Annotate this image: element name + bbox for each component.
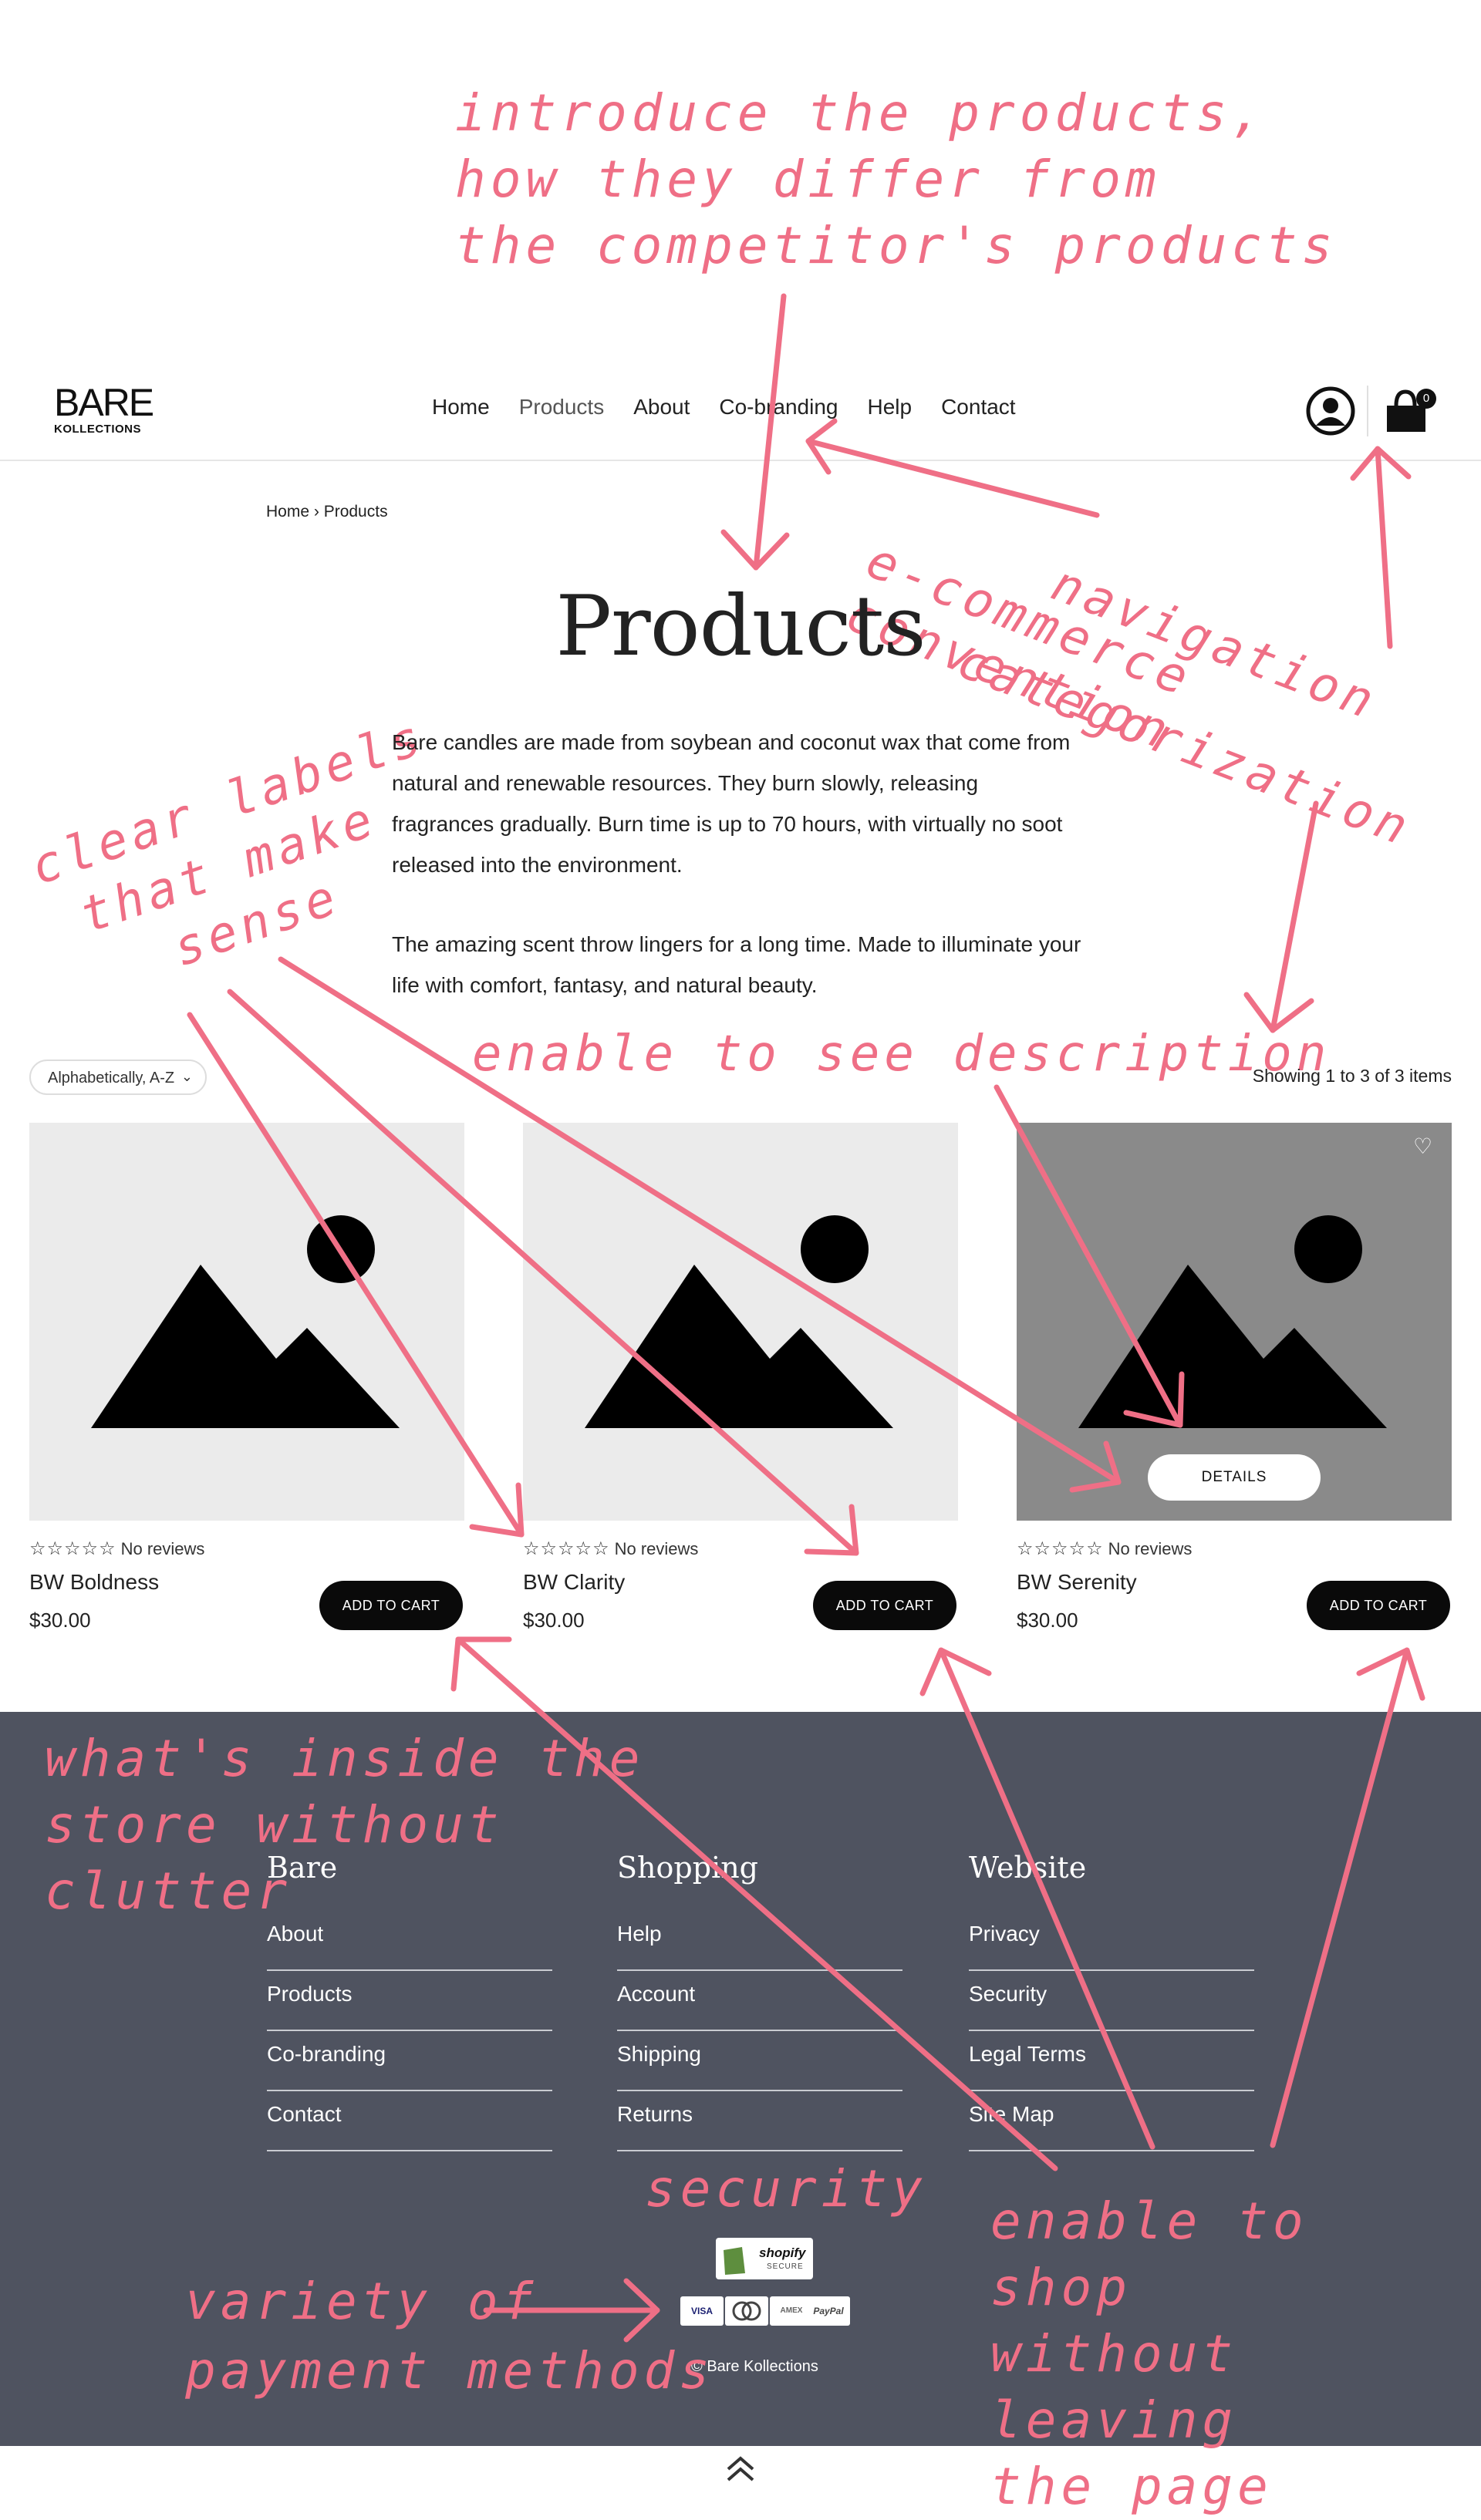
- product-image[interactable]: [523, 1123, 958, 1521]
- annotation-line: the competitor's products: [455, 216, 1338, 275]
- annotation-line: store without: [45, 1795, 504, 1855]
- footer-link[interactable]: Account: [617, 1971, 902, 2031]
- nav-help[interactable]: Help: [867, 395, 912, 419]
- cart-count-badge: 0: [1416, 389, 1436, 409]
- add-to-cart-button[interactable]: ADD TO CART: [319, 1581, 463, 1630]
- annotation-intro: introduce the products, how they differ …: [455, 80, 1337, 279]
- annotation-security: security: [645, 2159, 927, 2218]
- rating-stars: ☆☆☆☆☆ No reviews: [29, 1538, 205, 1559]
- product-price: $30.00: [523, 1609, 585, 1632]
- header-divider: [1367, 386, 1368, 436]
- description-paragraph-2: The amazing scent throw lingers for a lo…: [392, 932, 1081, 997]
- sort-value: Alphabetically, A-Z: [48, 1070, 175, 1086]
- shopify-label: shopify: [759, 2245, 806, 2260]
- add-to-cart-button[interactable]: ADD TO CART: [1307, 1581, 1450, 1630]
- reviews-label: No reviews: [1108, 1539, 1193, 1558]
- product-image[interactable]: [29, 1123, 464, 1521]
- nav-products[interactable]: Products: [519, 395, 605, 419]
- shopify-secure-badge: shopify SECURE: [716, 2238, 813, 2279]
- results-count: Showing 1 to 3 of 3 items: [1252, 1066, 1452, 1086]
- annotation-line: how they differ from: [455, 150, 1161, 209]
- footer-link[interactable]: Privacy: [969, 1911, 1254, 1971]
- footer-heading: Website: [969, 1851, 1087, 1885]
- mastercard-icon: [725, 2296, 768, 2326]
- logo[interactable]: BARE KOLLECTIONS: [54, 381, 154, 444]
- account-icon[interactable]: [1305, 386, 1356, 436]
- details-button[interactable]: DETAILS: [1148, 1454, 1321, 1501]
- annotation-line: introduce the products,: [455, 83, 1267, 143]
- nav-co-branding[interactable]: Co-branding: [719, 395, 838, 419]
- annotation-line: what's inside the: [45, 1729, 645, 1788]
- footer-link[interactable]: Site Map: [969, 2091, 1254, 2151]
- footer-link[interactable]: Returns: [617, 2091, 902, 2151]
- reviews-label: No reviews: [614, 1539, 699, 1558]
- rating-stars: ☆☆☆☆☆ No reviews: [1017, 1538, 1193, 1559]
- reviews-label: No reviews: [120, 1539, 205, 1558]
- footer-link[interactable]: Contact: [267, 2091, 552, 2151]
- chevron-down-icon: ⌄: [180, 1069, 193, 1084]
- footer-link[interactable]: Products: [267, 1971, 552, 2031]
- breadcrumb-separator: ›: [309, 503, 324, 521]
- annotation-line: enable to shop: [990, 2192, 1308, 2317]
- product-price: $30.00: [29, 1609, 91, 1632]
- footer-column-website: Website Privacy Security Legal Terms Sit…: [969, 1851, 1254, 2151]
- rating-stars: ☆☆☆☆☆ No reviews: [523, 1538, 699, 1559]
- footer-column-shopping: Shopping Help Account Shipping Returns: [617, 1851, 902, 2151]
- back-to-top-icon[interactable]: [724, 2452, 757, 2486]
- annotation-shop: enable to shop without leaving the page: [990, 2188, 1481, 2520]
- annotation-line: variety of: [185, 2272, 538, 2331]
- breadcrumb: Home › Products: [266, 503, 388, 521]
- product-name[interactable]: BW Clarity: [523, 1570, 625, 1595]
- nav-contact[interactable]: Contact: [941, 395, 1016, 419]
- footer-link[interactable]: Help: [617, 1911, 902, 1971]
- image-placeholder-icon: [91, 1215, 400, 1428]
- annotation-line: clutter: [45, 1861, 292, 1921]
- paypal-icon: PayPal: [807, 2296, 850, 2326]
- footer-link[interactable]: Shipping: [617, 2031, 902, 2091]
- product-name[interactable]: BW Serenity: [1017, 1570, 1137, 1595]
- breadcrumb-home[interactable]: Home: [266, 503, 309, 521]
- image-placeholder-icon: [585, 1215, 893, 1428]
- sort-select[interactable]: Alphabetically, A-Z ⌄: [29, 1060, 207, 1095]
- footer-heading: Shopping: [617, 1851, 758, 1885]
- description-paragraph-1: Bare candles are made from soybean and c…: [392, 730, 1071, 877]
- product-price: $30.00: [1017, 1609, 1078, 1632]
- copyright-label: Bare Kollections: [707, 2358, 818, 2375]
- main-nav: Home Products About Co-branding Help Con…: [432, 395, 1045, 419]
- footer-link[interactable]: Co-branding: [267, 2031, 552, 2091]
- annotation-line: without leaving: [990, 2324, 1238, 2450]
- wishlist-heart-icon[interactable]: ♡: [1413, 1134, 1432, 1159]
- footer-link[interactable]: Security: [969, 1971, 1254, 2031]
- annotation-line: the page: [990, 2457, 1273, 2516]
- shopify-secure-label: SECURE: [767, 2262, 804, 2271]
- add-to-cart-button[interactable]: ADD TO CART: [813, 1581, 956, 1630]
- page-title: Products: [555, 578, 926, 675]
- annotation-footer: what's inside the store without clutter: [45, 1726, 645, 1925]
- annotation-payment: variety of payment methods: [185, 2267, 714, 2406]
- logo-subtitle: KOLLECTIONS: [54, 423, 141, 436]
- footer-link[interactable]: Legal Terms: [969, 2031, 1254, 2091]
- logo-wordmark: BARE: [54, 381, 154, 424]
- nav-about[interactable]: About: [633, 395, 690, 419]
- nav-home[interactable]: Home: [432, 395, 490, 419]
- mastercard-circles-icon: [732, 2301, 761, 2321]
- breadcrumb-current: Products: [323, 503, 388, 521]
- annotation-see-description: enable to see description: [472, 1026, 1331, 1083]
- annotation-line: payment methods: [185, 2341, 715, 2400]
- product-name[interactable]: BW Boldness: [29, 1570, 159, 1595]
